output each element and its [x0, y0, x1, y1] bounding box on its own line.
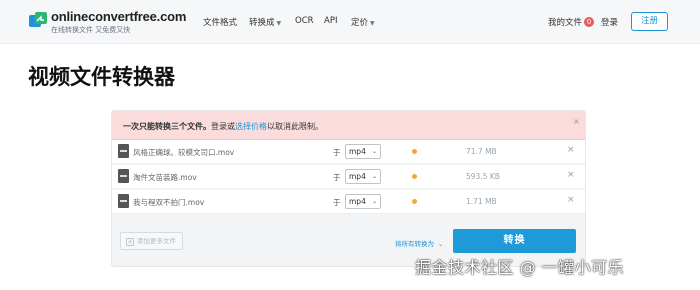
chevron-down-icon: ▼ — [370, 20, 375, 27]
to-label: 于 — [333, 148, 341, 157]
format-select[interactable]: mp4 ⌄ — [345, 169, 381, 184]
limit-alert: 一次只能转换三个文件。登录或选择价格以取消此限制。 × — [112, 111, 585, 140]
chevron-down-icon: ⌄ — [371, 173, 377, 180]
file-row: 淘件文苗装路.mov 于 mp4 ⌄ 593.5 KB × — [112, 165, 585, 189]
nav-ocr[interactable]: OCR — [295, 16, 314, 26]
my-files-count-badge: 0 — [584, 17, 595, 27]
top-header: onlineconvertfree.com 在线转换文件 又免费又快 文件格式 … — [0, 0, 700, 44]
remove-file-icon[interactable]: × — [567, 170, 575, 180]
file-icon — [118, 144, 129, 158]
file-size: 71.7 MB — [466, 147, 497, 156]
login-link[interactable]: 登录 — [601, 16, 618, 28]
alert-close-icon[interactable]: × — [573, 117, 580, 126]
page-title: 视频文件转换器 — [28, 65, 175, 89]
chevron-down-icon: ▼ — [276, 20, 282, 27]
nav-pricing[interactable]: 定价 ▼ — [351, 16, 375, 28]
file-icon — [118, 169, 129, 183]
status-dot — [412, 199, 417, 204]
my-files-link[interactable]: 我的文件 0 — [548, 16, 595, 28]
remove-file-icon[interactable]: × — [567, 145, 575, 155]
chevron-down-icon: ⌄ — [371, 198, 377, 205]
chevron-down-icon: ⌄ — [438, 240, 444, 248]
logo-text[interactable]: onlineconvertfree.com — [51, 9, 186, 24]
choose-price-link[interactable]: 选择价格 — [235, 122, 267, 131]
alert-text: 一次只能转换三个文件。登录或选择价格以取消此限制。 — [123, 122, 323, 131]
file-name: 淘件文苗装路.mov — [133, 173, 197, 182]
file-icon — [118, 194, 129, 208]
logo-icon[interactable] — [28, 10, 48, 30]
converter-panel: 一次只能转换三个文件。登录或选择价格以取消此限制。 × 风格正确球。较模文司口.… — [111, 110, 586, 267]
logo-subtitle: 在线转换文件 又免费又快 — [51, 26, 131, 34]
file-size: 593.5 KB — [466, 172, 500, 181]
format-select[interactable]: mp4 ⌄ — [345, 144, 381, 159]
file-row: 我与程双不拍门.mov 于 mp4 ⌄ 1.71 MB × — [112, 190, 585, 214]
nav-file-formats[interactable]: 文件格式 — [203, 16, 237, 28]
plus-icon: + — [126, 238, 134, 246]
nav-api[interactable]: API — [324, 16, 337, 26]
add-more-files-button[interactable]: + 添加更多文件 — [120, 232, 183, 250]
to-label: 于 — [333, 198, 341, 207]
file-size: 1.71 MB — [466, 197, 497, 206]
file-row: 风格正确球。较模文司口.mov 于 mp4 ⌄ 71.7 MB × — [112, 140, 585, 164]
nav-convert-to[interactable]: 转换成 ▼ — [249, 16, 281, 28]
status-dot — [412, 149, 417, 154]
format-select[interactable]: mp4 ⌄ — [345, 194, 381, 209]
convert-button[interactable]: 转换 — [453, 229, 576, 253]
file-name: 风格正确球。较模文司口.mov — [133, 148, 235, 157]
register-button[interactable]: 注册 — [631, 12, 668, 31]
status-dot — [412, 174, 417, 179]
to-label: 于 — [333, 173, 341, 182]
remove-file-icon[interactable]: × — [567, 195, 575, 205]
convert-all-dropdown[interactable]: 将所有转换为 ⌄ — [395, 238, 443, 248]
file-name: 我与程双不拍门.mov — [133, 198, 205, 207]
chevron-down-icon: ⌄ — [371, 148, 377, 155]
watermark-text: 掘金技术社区 @ 一罐小可乐 — [415, 258, 625, 277]
